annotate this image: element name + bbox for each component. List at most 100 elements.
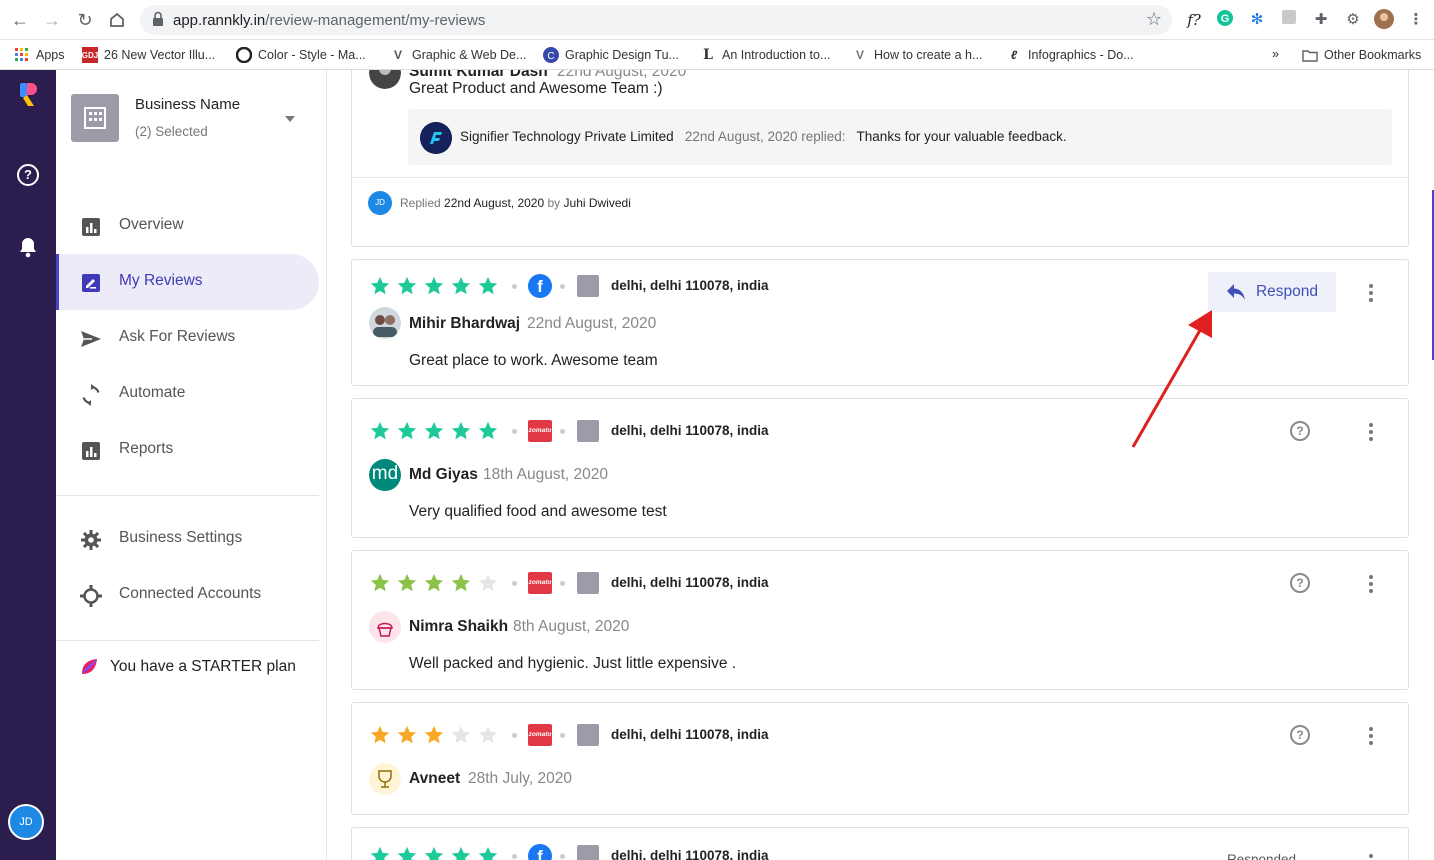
gdj-icon: GDJ [82,47,98,63]
facebook-icon: f [528,274,552,298]
review-text: Very qualified food and awesome test [409,503,667,520]
star-filled-icon [424,725,444,744]
star-filled-icon [370,725,390,744]
chevron-down-icon [285,116,295,122]
fx-extension-icon[interactable]: f? [1183,9,1205,31]
nav-connected-accounts[interactable]: Connected Accounts [56,567,319,623]
help-icon[interactable]: ? [1290,573,1310,593]
review-location: delhi, delhi 110078, india [611,727,769,742]
bookmark-graphic-design[interactable]: C Graphic Design Tu... [543,47,679,63]
more-options-icon[interactable] [1368,575,1374,595]
browser-menu-icon[interactable]: ⋮ [1405,9,1427,31]
bookmarks-bar: Apps GDJ 26 New Vector Illu... Color - S… [0,40,1434,70]
browser-toolbar: ← → ↻ app.rannkly.in/review-management/m… [0,0,1434,40]
more-options-icon[interactable] [1368,727,1374,747]
review-text: Great Product and Awesome Team :) [409,80,663,97]
nav-reports[interactable]: Reports [56,422,319,478]
star-filled-icon [370,276,390,295]
bookmark-graphic-web[interactable]: V Graphic & Web De... [390,47,526,63]
bell-icon[interactable] [17,236,39,258]
folder-icon [1302,47,1318,63]
app-rail: ? JD [0,70,56,860]
trophy-avatar-icon [369,763,401,795]
bookmark-vector[interactable]: GDJ 26 New Vector Illu... [82,47,215,63]
extensions-puzzle-icon[interactable]: ⚙ [1342,9,1364,31]
review-card: zomato delhi, delhi 110078, india md Md … [351,398,1409,538]
bookmark-star-icon[interactable]: ☆ [1146,9,1162,30]
address-bar[interactable]: app.rannkly.in/review-management/my-revi… [140,5,1172,35]
business-reply: Signifier Technology Private Limited 22n… [408,109,1392,165]
bookmark-color-style[interactable]: Color - Style - Ma... [236,47,366,63]
nav-ask-for-reviews[interactable]: Ask For Reviews [56,310,319,366]
star-filled-icon [451,573,471,592]
more-options-icon[interactable] [1368,854,1374,860]
reviewer-name: Mihir Bhardwaj [409,315,521,332]
bookmark-apps[interactable]: Apps [14,47,65,63]
business-selected-count: (2) Selected [135,124,208,139]
sidebar-divider [56,640,319,641]
back-icon[interactable]: ← [8,8,32,32]
url-text: app.rannkly.in/review-management/my-revi… [173,12,486,29]
business-selector[interactable]: Business Name (2) Selected [71,94,311,146]
star-filled-icon [478,421,498,440]
c-icon: C [543,47,559,63]
circle-icon [236,47,252,63]
grammarly-icon[interactable]: G [1214,9,1236,31]
star-rating [369,845,499,860]
react-devtools-icon[interactable]: ✻ [1246,9,1268,31]
more-options-icon[interactable] [1368,423,1374,443]
sidebar: Business Name (2) Selected Overview My R… [56,70,327,860]
star-filled-icon [424,421,444,440]
star-filled-icon [451,276,471,295]
zomato-icon: zomato [528,724,552,746]
nav-business-settings[interactable]: Business Settings [56,511,319,567]
bookmark-infographics[interactable]: ℓ Infographics - Do... [1006,47,1134,63]
star-filled-icon [424,276,444,295]
responded-label: Responded [1227,852,1297,860]
help-icon[interactable]: ? [1290,725,1310,745]
profile-avatar-icon[interactable] [1373,9,1395,31]
home-icon[interactable] [105,8,129,32]
star-filled-icon [397,573,417,592]
plan-banner[interactable]: You have a STARTER plan [80,658,296,676]
review-date: 8th August, 2020 [513,618,630,635]
nav-my-reviews[interactable]: My Reviews [56,254,319,310]
bookmark-other[interactable]: Other Bookmarks [1302,47,1421,63]
star-filled-icon [424,573,444,592]
svg-text:G: G [1221,13,1230,25]
swirl-icon: ℓ [1010,48,1018,62]
bar-chart-icon [82,218,100,236]
star-empty-icon [478,725,498,744]
review-date: 22nd August, 2020 [527,315,657,332]
reload-icon[interactable]: ↻ [73,8,97,32]
star-filled-icon [478,276,498,295]
nav-overview[interactable]: Overview [56,198,319,254]
sidebar-divider [56,495,319,496]
review-location: delhi, delhi 110078, india [611,278,769,293]
nav-automate[interactable]: Automate [56,366,319,422]
help-icon[interactable]: ? [17,164,39,186]
respond-button[interactable]: Respond [1208,272,1336,312]
review-text: Great place to work. Awesome team [409,352,658,369]
help-icon[interactable]: ? [1290,421,1310,441]
review-location: delhi, delhi 110078, india [611,423,769,438]
reviewer-name: Nimra Shaikh [409,618,509,635]
bookmark-how-to[interactable]: V How to create a h... [852,47,982,63]
bookmarks-more[interactable]: » [1272,47,1279,61]
review-edit-icon [82,274,100,292]
font-extension-icon[interactable] [1278,9,1300,31]
v-icon: V [855,48,864,62]
star-filled-icon [397,846,417,860]
forward-icon[interactable]: → [40,8,64,32]
gear-icon [81,530,101,550]
reply-text: Thanks for your valuable feedback. [856,129,1067,144]
zomato-icon: zomato [528,572,552,594]
measure-extension-icon[interactable]: ✚ [1310,9,1332,31]
reply-company: Signifier Technology Private Limited [460,129,674,144]
user-avatar[interactable]: JD [8,804,44,840]
location-building-icon [577,420,599,442]
v-icon: V [393,48,402,62]
more-options-icon[interactable] [1368,284,1374,304]
star-rating [369,420,499,442]
bookmark-introduction[interactable]: L An Introduction to... [700,47,830,63]
